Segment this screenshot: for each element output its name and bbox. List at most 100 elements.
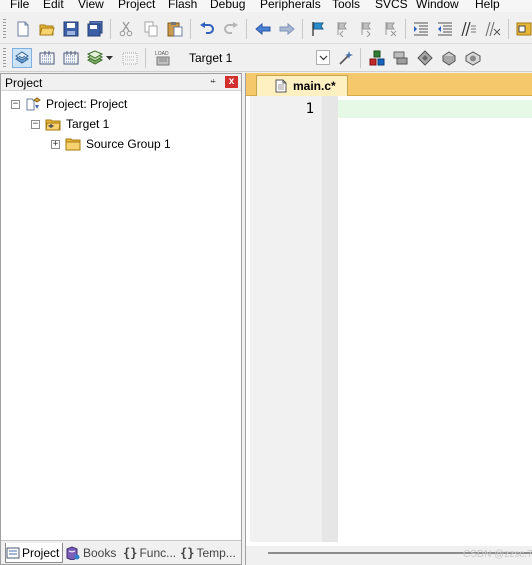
editor-tab-main-c[interactable]: main.c*	[256, 75, 348, 96]
batch-build-icon[interactable]	[85, 48, 105, 68]
comment-icon[interactable]	[459, 19, 479, 39]
menu-window[interactable]: Window	[416, 0, 459, 12]
tab-label: Func...	[139, 546, 177, 560]
panel-tab-strip: Project Books {} Func... {} Temp...	[1, 540, 241, 564]
menu-file[interactable]: File	[10, 0, 29, 12]
fold-margin	[322, 96, 338, 542]
new-file-icon[interactable]	[13, 19, 33, 39]
build-icon[interactable]	[37, 48, 57, 68]
copy-icon[interactable]	[141, 19, 161, 39]
event-recorder-icon[interactable]	[463, 48, 483, 68]
tree-item-target[interactable]: − Target 1	[31, 115, 109, 133]
template-braces-icon: {}	[180, 546, 195, 560]
watermark: CSDN @zzsc.79	[463, 549, 532, 560]
target-select-value: Target 1	[189, 51, 233, 65]
editor-tab-bar: main.c*	[246, 73, 532, 96]
folder-icon	[65, 138, 81, 151]
stop-build-icon[interactable]	[120, 48, 140, 68]
editor-area: main.c* 1 CSDN @zzsc.79	[245, 73, 532, 565]
tree-item-label: Source Group 1	[86, 137, 171, 151]
target-options-icon[interactable]	[336, 48, 356, 68]
code-editor[interactable]: 1	[246, 96, 532, 546]
menu-flash[interactable]: Flash	[168, 0, 197, 12]
toolbar-separator	[302, 19, 303, 39]
manage-rte-icon[interactable]	[391, 48, 411, 68]
batch-build-dropdown-icon[interactable]	[104, 48, 114, 68]
menu-svcs[interactable]: SVCS	[375, 0, 408, 12]
bookmark-flag-icon[interactable]	[308, 19, 328, 39]
target-select[interactable]: Target 1	[182, 49, 332, 67]
tab-project[interactable]: Project	[5, 543, 63, 563]
navigate-back-icon[interactable]	[253, 19, 273, 39]
open-folder-icon[interactable]	[37, 19, 57, 39]
toolbar-separator	[246, 19, 247, 39]
pin-icon[interactable]: ⍅	[207, 75, 219, 89]
tree-item-label: Target 1	[66, 117, 110, 131]
books-tab-icon	[66, 546, 80, 560]
tree-item-source-group[interactable]: + Source Group 1	[51, 135, 171, 153]
rebuild-icon[interactable]	[61, 48, 81, 68]
project-panel-title: Project	[5, 76, 43, 90]
find-in-files-icon[interactable]	[514, 19, 532, 39]
menu-view[interactable]: View	[78, 0, 104, 12]
uncomment-icon[interactable]	[483, 19, 503, 39]
tab-templates[interactable]: {} Temp...	[180, 543, 240, 563]
editor-tab-label: main.c*	[293, 79, 336, 93]
toolbar-separator	[360, 48, 361, 68]
navigate-forward-icon[interactable]	[277, 19, 297, 39]
bookmark-next-icon[interactable]	[356, 19, 376, 39]
cut-icon[interactable]	[116, 19, 136, 39]
toolbar-separator	[110, 19, 111, 39]
current-line-highlight[interactable]	[338, 100, 532, 118]
tree-item-project-root[interactable]: − Project: Project	[11, 95, 127, 113]
pack-installer-icon[interactable]	[439, 48, 459, 68]
toolbar-separator	[405, 19, 406, 39]
collapse-icon[interactable]: −	[31, 119, 40, 129]
line-number: 1	[305, 101, 314, 117]
project-tab-icon	[6, 547, 20, 558]
collapse-icon[interactable]: −	[11, 99, 20, 109]
redo-icon[interactable]	[221, 19, 241, 39]
outdent-icon[interactable]	[435, 19, 455, 39]
project-panel: Project ⍅ x − Project: Project − Target …	[0, 73, 242, 565]
paste-icon[interactable]	[165, 19, 185, 39]
save-icon[interactable]	[61, 19, 81, 39]
translate-icon[interactable]	[12, 48, 32, 68]
toolbar-grip[interactable]	[3, 19, 6, 39]
tree-item-label: Project: Project	[46, 97, 128, 111]
select-packs-icon[interactable]	[415, 48, 435, 68]
menu-debug[interactable]: Debug	[210, 0, 245, 12]
tab-functions[interactable]: {} Func...	[123, 543, 179, 563]
bookmark-prev-icon[interactable]	[332, 19, 352, 39]
toolbar-separator	[508, 19, 509, 39]
expand-icon[interactable]: +	[51, 139, 60, 149]
bookmark-clear-icon[interactable]	[380, 19, 400, 39]
tab-label: Project	[22, 545, 60, 560]
save-all-icon[interactable]	[85, 19, 105, 39]
chevron-down-icon[interactable]	[316, 50, 330, 65]
build-toolbar: LOAD Target 1	[0, 44, 532, 72]
project-panel-header: Project ⍅ x	[1, 74, 241, 91]
menu-project[interactable]: Project	[118, 0, 155, 12]
menu-peripherals[interactable]: Peripherals	[260, 0, 321, 12]
tab-label: Temp...	[196, 546, 236, 560]
indent-icon[interactable]	[411, 19, 431, 39]
load-label: LOAD	[155, 51, 169, 57]
menu-edit[interactable]: Edit	[43, 0, 64, 12]
manage-project-icon[interactable]	[367, 48, 387, 68]
project-root-icon	[26, 97, 41, 111]
file-icon	[275, 79, 287, 93]
menu-help[interactable]: Help	[475, 0, 500, 12]
file-toolbar	[0, 14, 532, 44]
target-folder-icon	[45, 119, 61, 131]
tab-books[interactable]: Books	[65, 543, 119, 563]
undo-icon[interactable]	[197, 19, 217, 39]
close-icon[interactable]: x	[225, 76, 238, 88]
download-load-icon[interactable]: LOAD	[153, 48, 173, 68]
horizontal-scrollbar[interactable]: CSDN @zzsc.79	[246, 546, 532, 565]
toolbar-separator	[190, 19, 191, 39]
toolbar-grip[interactable]	[3, 48, 6, 68]
menu-bar: File Edit View Project Flash Debug Perip…	[0, 0, 532, 12]
menu-tools[interactable]: Tools	[332, 0, 360, 12]
toolbar-separator	[145, 48, 146, 68]
